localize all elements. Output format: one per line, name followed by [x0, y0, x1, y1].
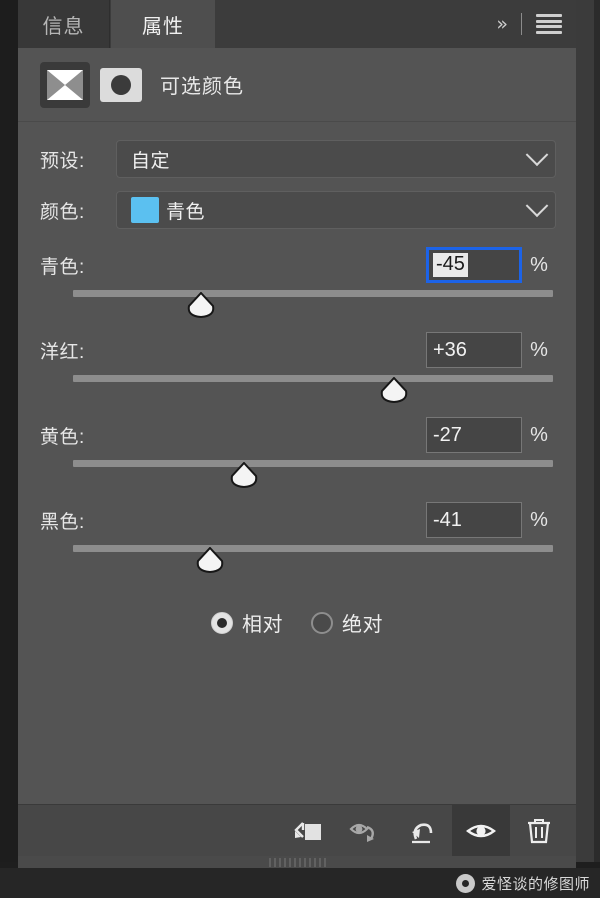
preset-row: 预设: 自定 [40, 140, 556, 178]
magenta-value-input[interactable]: +36 [426, 332, 522, 368]
panel-resize-grip[interactable] [18, 856, 576, 868]
color-swatch [131, 197, 159, 223]
tab-info-label: 信息 [42, 15, 85, 38]
tab-properties[interactable]: 属性 [111, 0, 215, 48]
delete-layer-icon[interactable] [510, 805, 568, 857]
method-radio-group: 相对 绝对 [18, 608, 576, 637]
panel-bottom-toolbar [18, 804, 576, 857]
toolbar-divider [521, 13, 522, 35]
adjustment-header: 可选颜色 [18, 48, 576, 122]
magenta-label: 洋红: [40, 341, 85, 363]
color-value: 青色 [166, 201, 206, 223]
view-previous-state-icon[interactable] [336, 805, 394, 857]
properties-panel-body: 可选颜色 预设: 自定 颜色: 青色 青色: -45 % 洋红: +36 % 黄… [18, 48, 576, 804]
watermark-bar: 爱怪谈的修图师 [0, 868, 600, 898]
page-title: 可选颜色 [160, 76, 244, 98]
photoshop-properties-panel: 信息 属性 » 可选颜色 预设: 自定 颜色: 青色 青色: -45 % 洋红:… [0, 0, 600, 898]
cyan-label: 青色: [40, 256, 85, 278]
yellow-label: 黄色: [40, 426, 85, 448]
cyan-value: -45 [433, 253, 468, 277]
preset-dropdown[interactable]: 自定 [116, 140, 556, 178]
cyan-slider-handle[interactable] [186, 292, 216, 318]
magenta-unit: % [530, 338, 548, 361]
reset-adjustment-icon[interactable] [394, 805, 452, 857]
black-unit: % [530, 508, 548, 531]
layer-mask-thumbnail-icon[interactable] [100, 67, 142, 102]
yellow-value-input[interactable]: -27 [426, 417, 522, 453]
weibo-logo-icon [456, 873, 476, 893]
left-edge-gutter [0, 0, 18, 862]
clip-to-layer-icon[interactable] [278, 805, 336, 857]
tab-bar-controls: » [490, 0, 566, 48]
hamburger-menu-icon[interactable] [532, 11, 566, 37]
radio-absolute[interactable]: 绝对 [311, 608, 383, 637]
black-value-input[interactable]: -41 [426, 502, 522, 538]
cyan-value-input[interactable]: -45 [426, 247, 522, 283]
tab-properties-label: 属性 [142, 15, 184, 38]
preset-label: 预设: [40, 150, 85, 172]
cyan-slider-track[interactable] [73, 290, 553, 297]
yellow-unit: % [530, 423, 548, 446]
black-slider-handle[interactable] [195, 547, 225, 573]
cyan-unit: % [530, 253, 548, 276]
black-label: 黑色: [40, 511, 85, 533]
selective-color-adjustment-icon[interactable] [40, 61, 90, 108]
slider-group-magenta: 洋红: +36 % [40, 329, 556, 413]
chevron-down-icon [525, 194, 549, 218]
radio-relative[interactable]: 相对 [211, 608, 283, 637]
right-outer-edge [594, 0, 600, 862]
slider-group-yellow: 黄色: -27 % [40, 414, 556, 498]
yellow-slider-handle[interactable] [229, 462, 259, 488]
black-value: -41 [433, 508, 462, 531]
black-slider-track[interactable] [73, 545, 553, 552]
radio-relative-label: 相对 [242, 614, 283, 636]
magenta-slider-track[interactable] [73, 375, 553, 382]
magenta-slider-handle[interactable] [379, 377, 409, 403]
yellow-slider-track[interactable] [73, 460, 553, 467]
radio-relative-button[interactable] [211, 611, 233, 634]
toggle-layer-visibility-icon[interactable] [452, 804, 510, 857]
preset-value: 自定 [131, 150, 171, 172]
color-row: 颜色: 青色 [40, 191, 556, 229]
radio-absolute-label: 绝对 [342, 614, 383, 636]
color-dropdown[interactable]: 青色 [116, 191, 556, 229]
yellow-value: -27 [433, 423, 462, 446]
chevron-down-icon [525, 143, 549, 167]
color-label: 颜色: [40, 201, 85, 223]
magenta-value: +36 [433, 338, 467, 361]
slider-group-black: 黑色: -41 % [40, 499, 556, 583]
radio-absolute-button[interactable] [311, 611, 333, 634]
mask-dot-shape [111, 74, 131, 95]
slider-group-cyan: 青色: -45 % [40, 244, 556, 328]
tab-info[interactable]: 信息 [18, 0, 110, 48]
watermark-text: 爱怪谈的修图师 [481, 875, 590, 893]
chevron-double-right-icon[interactable]: » [490, 9, 511, 39]
panel-tab-bar: 信息 属性 » [18, 0, 576, 49]
